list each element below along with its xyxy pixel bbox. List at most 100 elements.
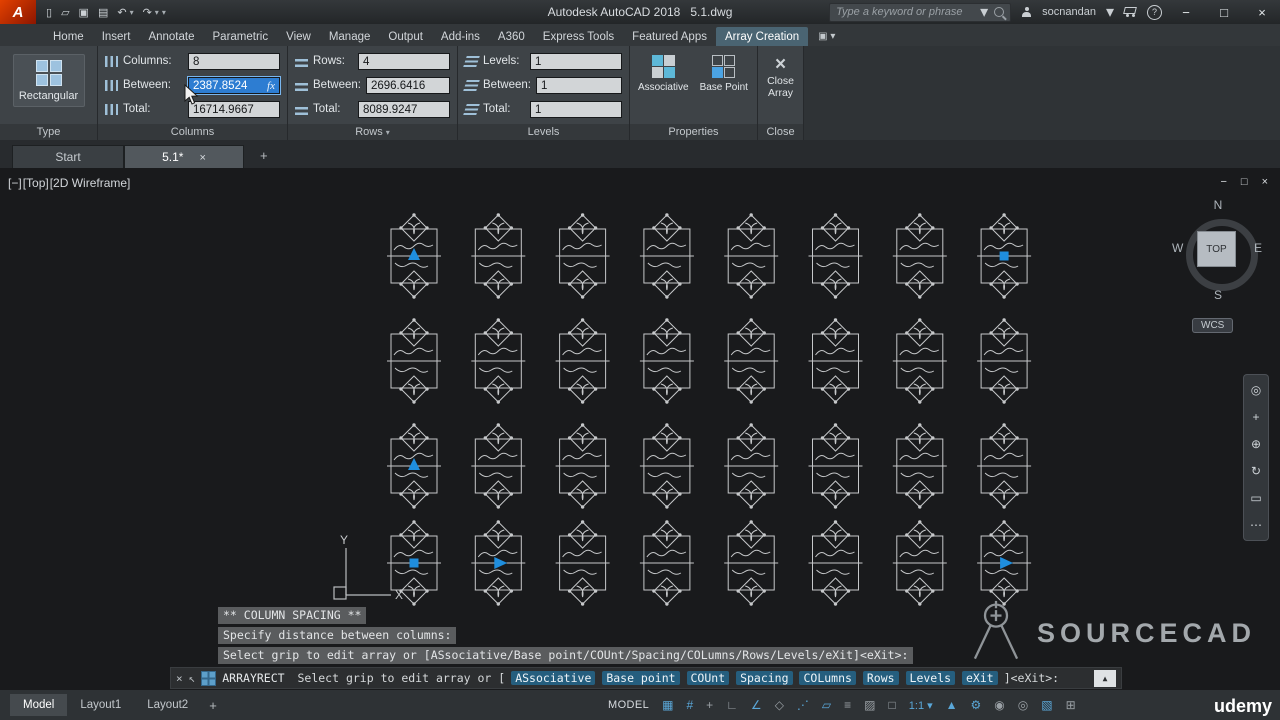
open-icon[interactable]: ▱	[61, 6, 69, 19]
columns-total-field[interactable]: 16714.9667	[188, 100, 280, 118]
cmd-option-exit[interactable]: eXit	[962, 671, 998, 685]
base-point-button[interactable]: Base Point	[698, 49, 751, 124]
zoom-icon[interactable]: ⊕	[1251, 437, 1261, 451]
array-item-r2c7[interactable]	[976, 422, 1032, 510]
status-annotation-monitor-button[interactable]: ◉	[994, 698, 1004, 712]
levels-count-field[interactable]: 1	[530, 52, 622, 70]
status-snap-mode-button[interactable]: #	[686, 698, 693, 712]
redo-icon[interactable]: ↷	[143, 6, 152, 19]
redo-dropdown-icon[interactable]: ▾	[155, 8, 159, 17]
array-grip-square[interactable]	[409, 558, 419, 568]
pan-icon[interactable]: +	[1252, 410, 1259, 424]
ribbon-display-toggle[interactable]: ▣ ▾	[818, 31, 835, 46]
signin-user-icon[interactable]	[1021, 6, 1032, 18]
cmd-option-rows[interactable]: Rows	[862, 671, 899, 685]
command-close-icon[interactable]: ×	[176, 672, 183, 685]
layout-tab-model[interactable]: Model	[10, 694, 68, 716]
plot-icon[interactable]: ▤	[98, 6, 108, 19]
viewcube-top-face[interactable]: TOP	[1197, 231, 1236, 267]
array-item-r2c3[interactable]	[639, 422, 695, 510]
app-store-cart-icon[interactable]	[1124, 7, 1137, 17]
cmd-option-levels[interactable]: Levels	[905, 671, 956, 685]
window-minimize-button[interactable]: −	[1172, 5, 1200, 20]
array-grip-arrow-right[interactable]	[1000, 557, 1014, 569]
array-item-r0c3[interactable]	[639, 212, 695, 300]
columns-count-field[interactable]: 8	[188, 52, 280, 70]
array-grip-arrow-up[interactable]	[408, 248, 420, 260]
status-lineweight-button[interactable]: ≡	[844, 698, 851, 712]
rows-count-field[interactable]: 4	[358, 52, 450, 70]
command-history-toggle-button[interactable]: ▲	[1094, 669, 1116, 687]
array-item-r0c1[interactable]	[470, 212, 526, 300]
full-navigation-wheel-icon[interactable]: ◎	[1251, 383, 1261, 397]
close-array-button[interactable]: × Close Array	[765, 49, 796, 100]
ribbon-tab-array-creation[interactable]: Array Creation	[715, 27, 809, 46]
levels-total-field[interactable]: 1	[530, 100, 622, 118]
visual-style-control[interactable]: [2D Wireframe]	[50, 176, 131, 190]
viewcube-south[interactable]: S	[1170, 288, 1266, 302]
array-item-r1c7[interactable]	[976, 317, 1032, 405]
drawing-close-button[interactable]: ×	[1262, 176, 1268, 188]
rectangular-array-button[interactable]: Rectangular	[12, 54, 85, 107]
wcs-dropdown[interactable]: WCS	[1192, 318, 1234, 333]
ribbon-tab-featured-apps[interactable]: Featured Apps	[623, 27, 716, 46]
array-item-r2c6[interactable]	[892, 422, 948, 510]
search-dropdown-icon[interactable]: ▾	[980, 2, 988, 22]
array-item-r1c4[interactable]	[723, 317, 779, 405]
columns-between-field[interactable]: 2387.8524 fx	[187, 75, 281, 95]
ribbon-tab-annotate[interactable]: Annotate	[139, 27, 203, 46]
status-clean-screen-button[interactable]: ⊞	[1066, 698, 1076, 712]
ribbon-tab-express-tools[interactable]: Express Tools	[534, 27, 623, 46]
drawing-minimize-button[interactable]: −	[1220, 176, 1226, 188]
status-ortho-mode-button[interactable]: ∟	[726, 698, 738, 712]
new-drawing-tab-button[interactable]: +	[260, 148, 268, 163]
ribbon-tab-view[interactable]: View	[277, 27, 320, 46]
status-transparency-button[interactable]: ▨	[864, 698, 875, 712]
ribbon-tab-insert[interactable]: Insert	[93, 27, 140, 46]
status-object-snap-button[interactable]: ▱	[822, 698, 831, 712]
array-item-r3c5[interactable]	[808, 519, 863, 607]
command-line-input[interactable]: × ↖ ARRAYRECT Select grip to edit array …	[170, 667, 1122, 689]
array-item-r0c4[interactable]	[723, 212, 779, 300]
viewport-menu-control[interactable]: [−]	[8, 176, 22, 190]
fx-expression-icon[interactable]: fx	[267, 78, 275, 93]
viewcube[interactable]: N TOP W E S	[1170, 198, 1266, 310]
status-graphics-performance-button[interactable]: ▧	[1041, 698, 1052, 712]
ribbon-tab-a360[interactable]: A360	[489, 27, 534, 46]
array-item-r1c2[interactable]	[555, 317, 611, 405]
cmd-option-columns[interactable]: COLumns	[799, 671, 856, 685]
file-tab-5-1[interactable]: 5.1* ×	[124, 145, 244, 169]
rows-between-field[interactable]: 2696.6416	[365, 76, 450, 94]
drawing-restore-button[interactable]: □	[1241, 176, 1248, 188]
array-item-r1c3[interactable]	[639, 317, 695, 405]
array-item-r1c6[interactable]	[892, 317, 948, 405]
rows-total-field[interactable]: 8089.9247	[358, 100, 450, 118]
array-item-r2c2[interactable]	[555, 422, 611, 510]
array-item-r1c5[interactable]	[808, 317, 863, 405]
status-workspace-button[interactable]: ⚙	[971, 698, 982, 712]
array-item-r2c4[interactable]	[723, 422, 779, 510]
status-grid-display-button[interactable]: ▦	[662, 698, 673, 712]
new-layout-button[interactable]: +	[209, 698, 217, 713]
array-item-r3c3[interactable]	[639, 519, 695, 607]
array-item-r0c6[interactable]	[892, 212, 948, 300]
layout-tab-layout1[interactable]: Layout1	[67, 694, 134, 716]
new-icon[interactable]: ▯	[46, 6, 52, 19]
array-item-r0c2[interactable]	[555, 212, 611, 300]
drawing-area[interactable]: Y X [−][Top][2D Wireframe] − □ × N TOP W…	[0, 168, 1280, 690]
ribbon-tab-parametric[interactable]: Parametric	[204, 27, 278, 46]
viewcube-north[interactable]: N	[1170, 198, 1266, 212]
help-icon[interactable]: ?	[1147, 4, 1162, 20]
levels-between-field[interactable]: 1	[535, 76, 622, 94]
associative-button[interactable]: Associative	[637, 49, 690, 124]
search-input[interactable]: Type a keyword or phrase ▾	[829, 2, 1012, 22]
viewcube-east[interactable]: E	[1254, 241, 1262, 255]
ribbon-tab-manage[interactable]: Manage	[320, 27, 380, 46]
array-grip-arrow-right[interactable]	[494, 557, 508, 569]
status-isometric-drafting-button[interactable]: ◇	[775, 698, 784, 712]
status-isolate-objects-button[interactable]: ◎	[1018, 698, 1028, 712]
panel-label-rows[interactable]: Rows ▾	[288, 124, 457, 140]
undo-dropdown-icon[interactable]: ▾	[130, 8, 134, 17]
signed-in-user[interactable]: socnandan	[1042, 6, 1096, 18]
file-tab-start[interactable]: Start	[12, 145, 124, 169]
